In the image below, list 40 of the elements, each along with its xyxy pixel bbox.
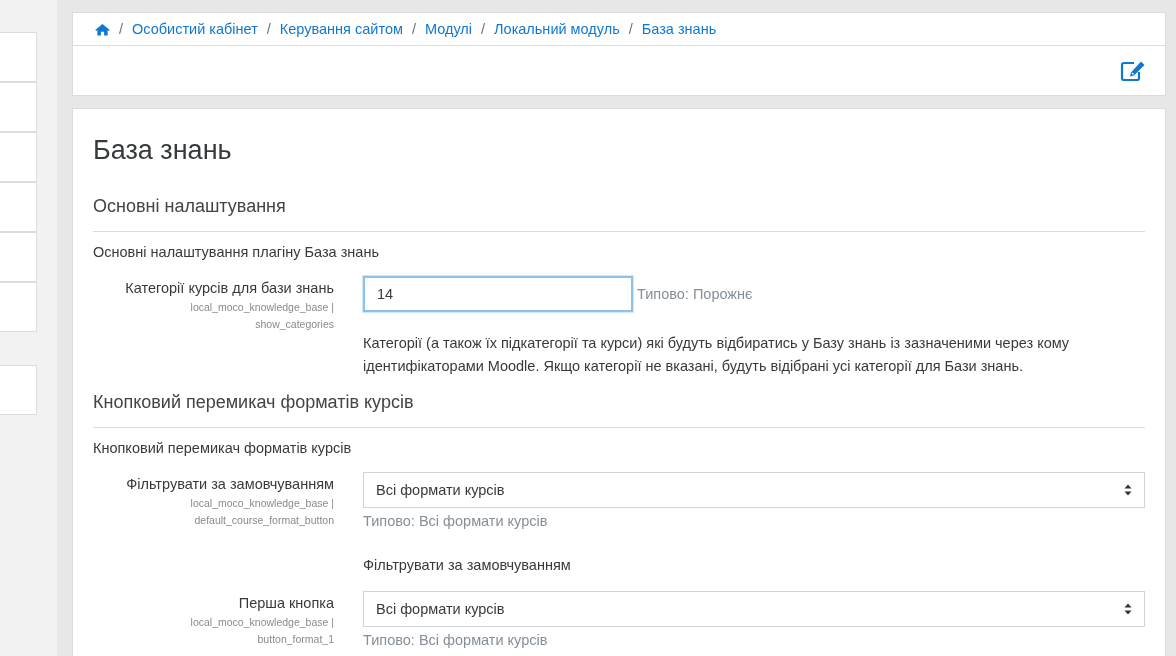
- page-title: База знань: [93, 135, 233, 166]
- breadcrumb-link[interactable]: База знань: [641, 21, 717, 37]
- section-description: Кнопковий перемикач форматів курсів: [93, 440, 353, 456]
- breadcrumb-link[interactable]: Модулі: [424, 21, 472, 37]
- setting-label: Фільтрувати за замовчуванням: [126, 476, 334, 492]
- edit-icon[interactable]: [1120, 59, 1146, 82]
- section-heading: Основні налаштування: [93, 196, 1145, 232]
- sidebar-item[interactable]: [0, 232, 37, 282]
- setting-name: local_moco_knowledge_base | show_categories: [189, 300, 334, 332]
- breadcrumb-separator: /: [411, 21, 416, 37]
- section-heading: Кнопковий перемикач форматів курсів: [93, 392, 1145, 428]
- breadcrumb-separator: /: [266, 21, 271, 37]
- breadcrumb-link[interactable]: Локальний модуль: [494, 21, 620, 37]
- select-dropdown[interactable]: Всі формати курсів: [363, 472, 1145, 508]
- sort-icon: [1124, 484, 1132, 496]
- sidebar-item[interactable]: [0, 132, 37, 182]
- breadcrumb-link[interactable]: Особистий кабінет: [132, 21, 258, 37]
- setting-description: Категорії (а також їх підкатегорії та курси) які будуть відбиратись у Базу знань із зазначеними через кому ідентифікаторами Moodle. Якщо категорії не вказані, будуть відібрані усі категорії для Бази знань.: [363, 334, 1071, 376]
- sidebar-item[interactable]: [0, 182, 37, 232]
- default-value: Типово: Всі формати курсів: [363, 631, 548, 650]
- setting-label: Категорії курсів для бази знань: [125, 280, 334, 296]
- section-description: Основні налаштування плагіну База знань: [93, 244, 380, 260]
- setting-name: local_moco_knowledge_base | button_format_1: [189, 615, 334, 647]
- default-value: Типово: Всі формати курсів: [363, 512, 548, 531]
- breadcrumb-link[interactable]: Керування сайтом: [279, 21, 403, 37]
- home-icon[interactable]: [95, 22, 110, 36]
- setting-name: local_moco_knowledge_base | default_course_format_button: [189, 496, 334, 528]
- breadcrumb-separator: /: [119, 21, 124, 37]
- sidebar-item[interactable]: [0, 282, 37, 332]
- sidebar-item[interactable]: [0, 82, 37, 132]
- setting-label: Перша кнопка: [238, 595, 334, 611]
- default-value: Типово: Порожнє: [637, 284, 753, 304]
- sort-icon: [1124, 603, 1132, 615]
- sidebar-item[interactable]: [0, 32, 37, 82]
- text-field[interactable]: 14: [363, 276, 633, 312]
- breadcrumb-separator: /: [628, 21, 633, 37]
- sidebar-item[interactable]: [0, 365, 37, 415]
- breadcrumb-separator: /: [481, 21, 486, 37]
- select-dropdown[interactable]: Всі формати курсів: [363, 591, 1145, 627]
- setting-description: Фільтрувати за замовчуванням: [363, 556, 572, 575]
